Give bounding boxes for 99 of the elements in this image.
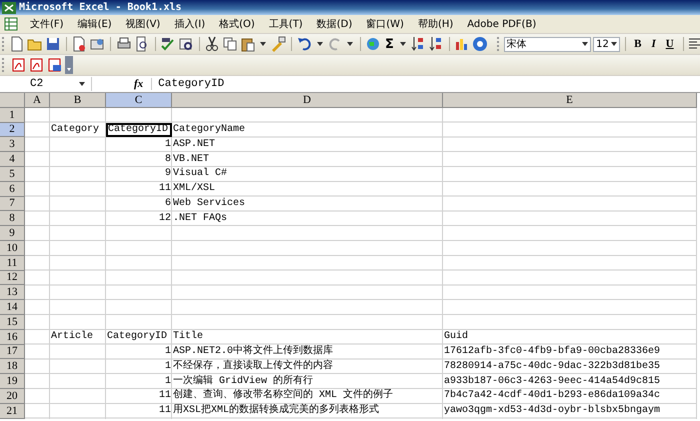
menu-item[interactable]: 视图(V) xyxy=(124,16,162,32)
insert-function-button[interactable]: fx xyxy=(134,78,144,90)
table-cell-text: 12 xyxy=(158,212,172,226)
row-header[interactable]: 6 xyxy=(0,182,25,197)
column-header[interactable]: C xyxy=(106,93,172,108)
menu-item[interactable]: 插入(I) xyxy=(172,16,208,32)
row-header[interactable]: 4 xyxy=(0,152,25,167)
undo-icon[interactable] xyxy=(296,36,313,52)
sort-descending-icon[interactable] xyxy=(428,36,444,52)
paste-icon[interactable] xyxy=(240,36,256,52)
row-header[interactable]: 18 xyxy=(0,359,25,374)
table-cell-text: Category xyxy=(50,122,100,137)
menu-item[interactable]: 格式(O) xyxy=(217,16,257,32)
table-cell-text: 7b4c7a42-4cdf-40d1-b293-e86da109a34c xyxy=(443,388,662,404)
row-header[interactable]: 16 xyxy=(0,330,25,345)
table-cell-text: Guid xyxy=(443,330,470,344)
table-cell-text: Title xyxy=(172,330,204,344)
row-header[interactable]: 3 xyxy=(0,137,25,152)
row-header[interactable]: 21 xyxy=(0,404,25,419)
table-cell-text: 不经保存，直接读取上传文件的内容 xyxy=(172,359,334,374)
table-cell-text: 1 xyxy=(164,374,172,389)
spelling-icon[interactable] xyxy=(160,36,176,52)
menu-item[interactable]: 文件(F) xyxy=(28,16,66,32)
caret-icon[interactable] xyxy=(610,42,617,46)
row-header[interactable]: 17 xyxy=(0,344,25,360)
table-cell-text: 17612afb-3fc0-4fb9-bfa9-00cba28336e9 xyxy=(443,344,662,359)
table-cell-text: ASP.NET xyxy=(172,138,216,152)
table-cell-text: 用XSL把XML的数据转换成完美的多列表格形式 xyxy=(172,404,380,418)
table-cell-text: Web Services xyxy=(172,196,246,211)
copy-icon[interactable] xyxy=(222,36,238,52)
row-header[interactable]: 8 xyxy=(0,211,25,226)
row-header[interactable]: 7 xyxy=(0,196,25,212)
sort-ascending-icon[interactable] xyxy=(410,36,426,52)
menu-item[interactable]: Adobe PDF(B) xyxy=(465,18,538,30)
row-header[interactable]: 15 xyxy=(0,314,25,330)
menu-item[interactable]: 编辑(E) xyxy=(76,16,114,32)
table-cell-text: Article xyxy=(50,330,94,344)
table-cell-text: .NET FAQs xyxy=(172,212,228,226)
bold-button[interactable]: B xyxy=(630,38,646,50)
table-cell-text: Visual C# xyxy=(172,166,228,182)
new-document-icon[interactable] xyxy=(8,36,25,52)
spreadsheet-icon xyxy=(2,2,16,14)
row-header[interactable]: 10 xyxy=(0,240,25,256)
table-cell-text: 1 xyxy=(164,138,172,152)
column-header[interactable]: D xyxy=(172,93,443,108)
font-size-field[interactable]: 12 xyxy=(593,36,620,52)
row-header[interactable]: 12 xyxy=(0,270,25,286)
row-header[interactable]: 1 xyxy=(0,108,25,123)
row-header[interactable]: 9 xyxy=(0,226,25,241)
row-header[interactable]: 14 xyxy=(0,300,25,315)
menu-item[interactable]: 数据(D) xyxy=(314,16,354,32)
table-cell-text: 11 xyxy=(158,182,172,196)
save-icon[interactable] xyxy=(44,36,61,52)
spreadsheet-icon[interactable] xyxy=(4,17,18,31)
row-header[interactable]: 11 xyxy=(0,256,25,271)
row-header[interactable]: 5 xyxy=(0,166,25,182)
table-cell-text: 9 xyxy=(164,167,172,182)
table-cell-text: XML/XSL xyxy=(172,182,216,196)
formula-field[interactable]: CategoryID xyxy=(151,78,700,90)
menu-item[interactable]: 工具(T) xyxy=(266,16,305,32)
table-cell-text: 一次编辑 GridView 的所有行 xyxy=(172,374,314,388)
row-header[interactable]: 13 xyxy=(0,285,25,300)
table-cell: CategoryID xyxy=(106,122,172,138)
column-header[interactable]: B xyxy=(50,93,106,108)
underline-button[interactable]: U xyxy=(662,38,678,50)
format-painter-icon[interactable] xyxy=(270,36,286,52)
caret-icon[interactable] xyxy=(260,42,266,46)
table-cell-text: CategoryName xyxy=(172,122,246,137)
menu-item[interactable]: 帮助(H) xyxy=(416,16,456,32)
table-cell-text: 8 xyxy=(164,152,172,167)
table-cell-text: ASP.NET2.0中将文件上传到数据库 xyxy=(172,344,334,359)
table-cell-text: 1 xyxy=(164,344,172,359)
caret-icon[interactable] xyxy=(79,82,85,86)
column-header[interactable]: E xyxy=(443,93,697,108)
table-cell-text: CategoryID xyxy=(106,330,168,344)
caret-icon[interactable] xyxy=(400,42,406,46)
font-name-field[interactable]: 宋体 xyxy=(504,36,592,52)
menu-item[interactable]: 窗口(W) xyxy=(364,16,406,32)
table-cell-text: VB.NET xyxy=(172,152,210,167)
table-cell-text: 11 xyxy=(158,389,172,404)
caret-icon[interactable] xyxy=(346,42,353,46)
caret-icon[interactable] xyxy=(316,42,323,46)
table-cell-text: 6 xyxy=(164,196,172,211)
row-header[interactable]: 20 xyxy=(0,388,25,404)
italic-button[interactable]: I xyxy=(647,38,660,50)
table-cell-text: yawo3qgm-xd53-4d3d-oybr-blsbx5bngaym xyxy=(443,404,662,418)
table-cell-text: 78280914-a75c-40dc-9dac-322b3d81be35 xyxy=(443,360,662,374)
column-header[interactable]: A xyxy=(25,93,50,108)
row-header[interactable]: 19 xyxy=(0,374,25,389)
table-cell-text: 创建、查询、修改带名称空间的 XML 文件的例子 xyxy=(172,388,394,404)
caret-icon[interactable] xyxy=(582,42,588,46)
table-cell-text: a933b187-06c3-4263-9eec-414a54d9c815 xyxy=(443,374,662,389)
row-header[interactable]: 2 xyxy=(0,122,25,138)
cut-icon[interactable] xyxy=(204,36,220,52)
table-cell-text: 11 xyxy=(158,404,172,418)
table-cell-text: 1 xyxy=(164,360,172,374)
autosum-button[interactable]: Σ xyxy=(382,36,396,52)
window-title: Microsoft Excel - Book1.xls xyxy=(19,2,182,13)
toolbar-options-icon[interactable] xyxy=(65,56,73,74)
